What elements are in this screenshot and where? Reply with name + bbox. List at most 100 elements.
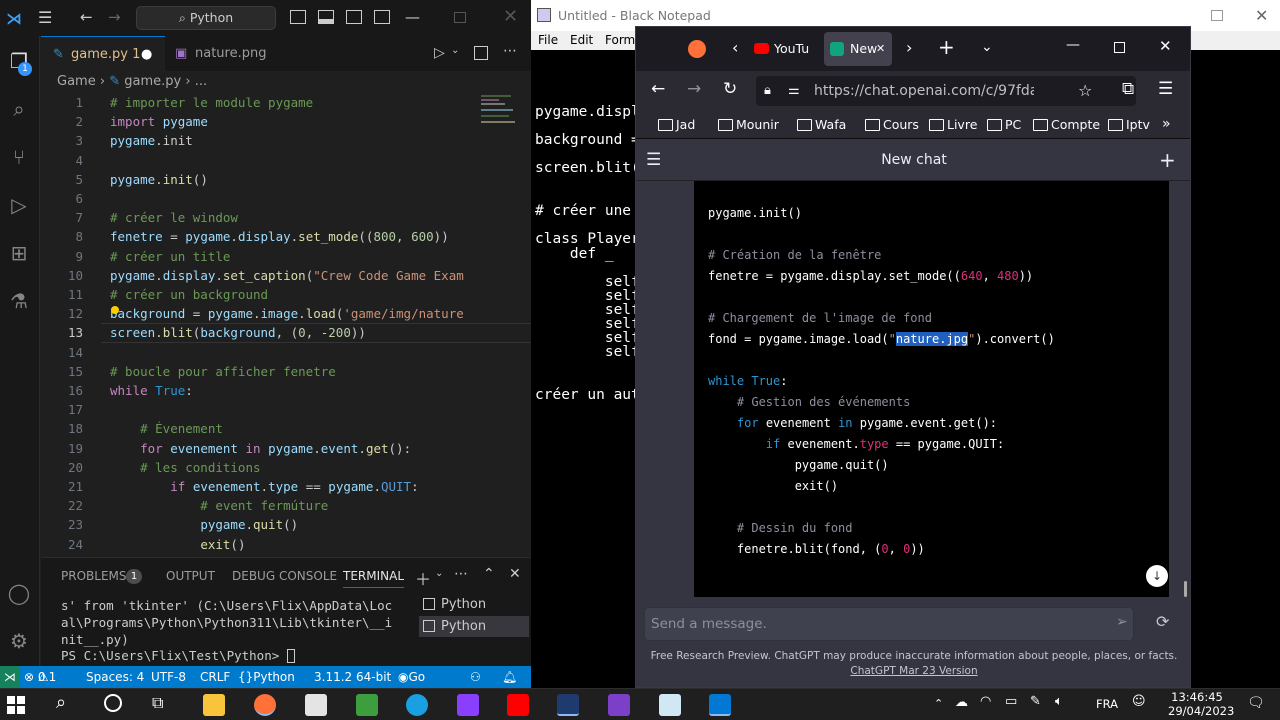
terminal-output[interactable]: s' from 'tkinter' (C:\Users\Flix\AppData… <box>61 598 411 665</box>
new-chat-plus-icon[interactable]: + <box>1159 139 1176 181</box>
tray-chevron-icon[interactable]: ⌃ <box>934 697 943 710</box>
task-view-icon[interactable]: ⧉ <box>152 693 163 713</box>
tab-output[interactable]: OUTPUT <box>166 558 215 594</box>
forward-arrow-icon[interactable]: → <box>108 8 121 26</box>
menu-icon[interactable]: ☰ <box>38 8 52 27</box>
tabs-scroll-left-icon[interactable]: ‹ <box>732 38 738 57</box>
tab-new-chat[interactable]: New ✕ <box>824 32 892 66</box>
code-line[interactable]: fond = pygame.image.load("nature.jpg").c… <box>708 329 1055 349</box>
vscode-icon[interactable] <box>709 694 731 716</box>
bookmark-folder-cours[interactable]: Cours <box>863 111 919 139</box>
code-line[interactable]: # Dessin du fond <box>708 518 853 538</box>
notepad-text-line[interactable]: class Player <box>535 231 640 247</box>
bookmark-folder-wafa[interactable]: Wafa <box>795 111 846 139</box>
minimize-icon[interactable]: — <box>405 8 420 26</box>
code-block[interactable]: import pygamepygame.init()# Création de … <box>694 181 1169 597</box>
notepad-text-line[interactable]: screen.blit( <box>535 160 640 176</box>
url-text[interactable]: https://chat.openai.com/c/97fdaf05- <box>814 76 1034 106</box>
firefox-icon[interactable] <box>254 694 276 716</box>
indent-status[interactable]: Spaces: 4 <box>86 666 144 688</box>
terminal-list-item-active[interactable]: Python <box>419 616 529 637</box>
breadcrumb-file[interactable]: game.py <box>124 74 181 89</box>
run-dropdown-icon[interactable]: ⌄ <box>451 45 459 56</box>
terminal-list-item[interactable]: Python <box>419 594 529 615</box>
command-search-box[interactable]: ⌕ Python <box>136 6 276 30</box>
version-link[interactable]: ChatGPT Mar 23 Version <box>850 665 977 677</box>
notepad-text-line[interactable]: background = <box>535 132 640 148</box>
customize-layout-icon[interactable] <box>374 10 390 24</box>
encoding-status[interactable]: UTF-8 <box>151 666 186 688</box>
close-icon[interactable]: ✕ <box>1255 0 1268 31</box>
regenerate-icon[interactable]: ⟳ <box>1156 612 1169 631</box>
code-line[interactable]: # importer le module pygame <box>110 93 313 112</box>
bookmark-star-icon[interactable]: ☆ <box>1078 76 1092 106</box>
bookmark-folder-compte[interactable]: Compte <box>1031 111 1100 139</box>
code-line[interactable]: pygame.init() <box>708 203 802 223</box>
volume-icon[interactable]: 🔈︎ <box>1055 694 1063 709</box>
bookmark-folder-pc[interactable]: PC <box>985 111 1021 139</box>
close-panel-icon[interactable]: ✕ <box>509 566 521 582</box>
youtube-icon[interactable] <box>507 694 529 716</box>
code-line[interactable]: fenetre.blit(fond, (0, 0)) <box>708 539 925 559</box>
code-line[interactable]: background = pygame.image.load('game/img… <box>110 304 464 323</box>
firefox-view-icon[interactable] <box>688 40 706 58</box>
tab-debug-console[interactable]: DEBUG CONSOLE <box>232 558 337 594</box>
tab-game-py[interactable]: ✎ game.py 1 ● <box>41 36 165 71</box>
maximize-icon[interactable] <box>1114 42 1125 53</box>
unsaved-dot-icon[interactable]: ● <box>141 37 152 72</box>
notepad-app-icon[interactable] <box>557 694 579 716</box>
run-python-icon[interactable]: ▷ <box>434 45 445 61</box>
code-line[interactable]: # les conditions <box>110 458 260 477</box>
search-icon[interactable]: ⌕ <box>56 692 66 713</box>
bookmark-folder-jad[interactable]: Jad <box>656 111 695 139</box>
scroll-down-arrow-icon[interactable]: ↓ <box>1146 565 1168 587</box>
more-actions-icon[interactable]: ⋯ <box>454 566 468 582</box>
close-tab-icon[interactable]: ✕ <box>876 32 885 66</box>
notepad-text-line[interactable]: self. <box>535 344 649 360</box>
url-bar[interactable]: 🔒︎ ⚌ https://chat.openai.com/c/97fdaf05-… <box>756 76 1136 106</box>
tab-problems[interactable]: PROBLEMS <box>61 558 127 594</box>
emoji-icon[interactable]: ☺ <box>1132 694 1146 709</box>
code-line[interactable]: if evenement.type == pygame.QUIT: <box>708 434 1004 454</box>
message-input[interactable]: Send a message. <box>644 607 1134 641</box>
interpreter-status[interactable]: 3.11.2 64-bit <box>314 666 391 688</box>
code-line[interactable]: pygame.quit() <box>110 515 298 534</box>
onedrive-icon[interactable]: ☁ <box>955 695 968 710</box>
list-tabs-icon[interactable]: ⌄ <box>981 39 993 55</box>
code-line[interactable]: # créer un title <box>110 247 230 266</box>
battery-icon[interactable]: ▭ <box>1005 694 1017 709</box>
code-line[interactable]: exit() <box>708 476 838 496</box>
language-status[interactable]: {} Python <box>238 666 295 688</box>
notifications-bell-icon[interactable]: 🔔︎ <box>502 666 517 688</box>
code-line[interactable]: while True: <box>110 381 193 400</box>
code-line[interactable]: pygame.quit() <box>708 455 889 475</box>
code-line[interactable]: # créer le window <box>110 208 238 227</box>
language-indicator[interactable]: FRA <box>1096 697 1118 711</box>
notification-center-icon[interactable]: 🗨︎ <box>1247 695 1265 711</box>
notepad-icon[interactable] <box>659 694 681 716</box>
lock-icon[interactable]: 🔒︎ <box>764 76 771 106</box>
back-arrow-icon[interactable]: ← <box>651 79 665 99</box>
breadcrumb-folder[interactable]: Game <box>57 74 96 89</box>
code-editor[interactable]: 1 2 3 4 5 6 7 8 9 10 11 12 13 14 15 16 17 18 19 20 21 22 23 24 … <box>41 93 531 556</box>
code-line[interactable]: exit() <box>110 535 245 554</box>
code-line[interactable]: import pygame <box>110 112 208 131</box>
send-icon[interactable]: ➢ <box>1116 614 1128 630</box>
code-line[interactable]: screen.blit(background, (0, -200)) <box>110 323 366 342</box>
code-line[interactable]: while True: <box>708 371 788 391</box>
settings-gear-icon[interactable]: ⚙ <box>6 628 32 654</box>
app-icon[interactable] <box>457 694 479 716</box>
toggle-panel-icon[interactable] <box>318 10 334 24</box>
notepad-text-line[interactable]: créer un aut <box>535 387 640 403</box>
bookmark-folder-mounir[interactable]: Mounir <box>716 111 779 139</box>
notepad-text-line[interactable]: def _ <box>535 246 614 262</box>
bookmark-folder-iptv[interactable]: Iptv <box>1106 111 1150 139</box>
file-explorer-icon[interactable] <box>203 694 225 716</box>
more-bookmarks-icon[interactable]: » <box>1162 116 1171 132</box>
maximize-panel-icon[interactable]: ⌃ <box>483 566 495 582</box>
toggle-sidebar-icon[interactable] <box>290 10 306 24</box>
tab-nature-png[interactable]: ▣ nature.png <box>165 36 289 71</box>
maximize-icon[interactable] <box>1211 10 1223 21</box>
terminal-dropdown-icon[interactable]: ⌄ <box>435 568 443 579</box>
account-icon[interactable]: ◯ <box>6 580 32 606</box>
